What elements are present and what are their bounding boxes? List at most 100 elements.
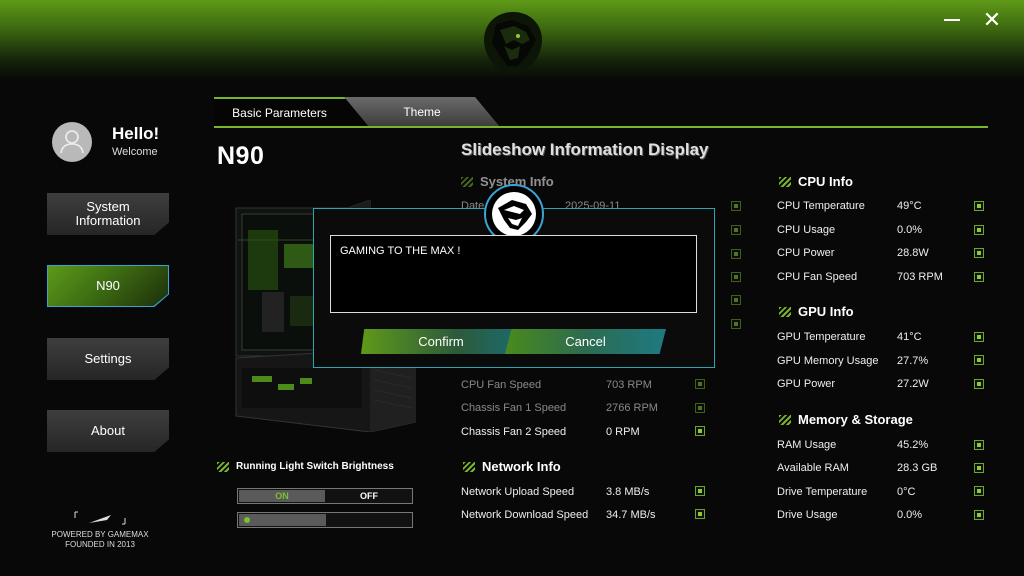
tab-theme[interactable]: Theme xyxy=(344,97,500,127)
checkbox[interactable] xyxy=(974,379,984,389)
cpu-value: 703 RPM xyxy=(897,271,943,283)
app-window: ✕ Hello! Welcome System Information N90 … xyxy=(0,0,1024,576)
cpu-label: CPU Power xyxy=(777,247,835,259)
gamemax-small-logo xyxy=(74,511,126,525)
network-value: 3.8 MB/s xyxy=(606,486,650,498)
checkbox[interactable] xyxy=(974,440,984,450)
section-title: Network Info xyxy=(482,459,561,474)
stripe-icon xyxy=(779,414,791,425)
sidebar-item-about[interactable]: About xyxy=(47,410,169,452)
sidebar-item-n90[interactable]: N90 xyxy=(47,265,169,307)
checkbox[interactable] xyxy=(974,463,984,473)
memory-value: 0.0% xyxy=(897,509,923,521)
checkbox[interactable] xyxy=(974,201,984,211)
running-light-toggle[interactable]: ON OFF xyxy=(237,488,413,504)
memory-value: 45.2% xyxy=(897,439,929,451)
stripe-icon xyxy=(779,176,791,187)
gpu-label: GPU Power xyxy=(777,378,836,390)
fan-label: Chassis Fan 2 Speed xyxy=(461,426,567,438)
sidebar-item-system-information[interactable]: System Information xyxy=(47,193,169,235)
checkbox[interactable] xyxy=(974,225,984,235)
checkbox[interactable] xyxy=(695,486,705,496)
fan-value: 2766 RPM xyxy=(606,402,658,414)
cpu-value: 49°C xyxy=(897,200,922,212)
dialog-text-input[interactable]: GAMING TO THE MAX ! xyxy=(330,235,697,313)
stripe-icon xyxy=(779,306,791,317)
powered-line: POWERED BY GAMEMAX xyxy=(51,530,149,539)
cpu-value: 28.8W xyxy=(897,247,929,259)
stripe-icon xyxy=(217,461,229,472)
checkbox[interactable] xyxy=(731,319,741,329)
memory-label: Available RAM xyxy=(777,462,849,474)
page-title: N90 xyxy=(217,142,265,170)
founded-line: FOUNDED IN 2013 xyxy=(65,540,135,549)
checkbox[interactable] xyxy=(695,426,705,436)
cpu-info-heading: CPU Info xyxy=(779,174,853,189)
gpu-value: 27.2W xyxy=(897,378,929,390)
section-title: GPU Info xyxy=(798,304,854,319)
toggle-on[interactable]: ON xyxy=(239,490,325,502)
slider-fill xyxy=(239,514,326,526)
stripe-icon xyxy=(463,461,475,472)
network-label: Network Upload Speed xyxy=(461,486,575,498)
brightness-slider[interactable] xyxy=(237,512,413,528)
avatar xyxy=(52,122,92,162)
checkbox[interactable] xyxy=(974,355,984,365)
minimize-button[interactable] xyxy=(940,8,964,32)
checkbox[interactable] xyxy=(974,510,984,520)
sidebar-item-label: N90 xyxy=(48,266,168,306)
close-button[interactable]: ✕ xyxy=(980,8,1004,32)
memory-storage-heading: Memory & Storage xyxy=(779,412,913,427)
slideshow-title: Slideshow Information Display xyxy=(461,140,709,159)
checkbox[interactable] xyxy=(695,403,705,413)
cpu-label: CPU Fan Speed xyxy=(777,271,858,283)
powered-by: POWERED BY GAMEMAX FOUNDED IN 2013 xyxy=(40,530,160,550)
network-value: 34.7 MB/s xyxy=(606,509,656,521)
checkbox[interactable] xyxy=(731,249,741,259)
memory-label: Drive Usage xyxy=(777,509,838,521)
welcome-text: Welcome xyxy=(112,146,158,158)
gpu-value: 41°C xyxy=(897,331,922,343)
running-light-heading: Running Light Switch Brightness xyxy=(217,461,394,472)
fan-value: 0 RPM xyxy=(606,426,640,438)
gpu-value: 27.7% xyxy=(897,355,929,367)
toggle-off[interactable]: OFF xyxy=(326,489,412,503)
confirm-button[interactable]: Confirm xyxy=(361,329,521,354)
section-title: CPU Info xyxy=(798,174,853,189)
gpu-info-heading: GPU Info xyxy=(779,304,854,319)
memory-label: RAM Usage xyxy=(777,439,837,451)
section-title: Memory & Storage xyxy=(798,412,913,427)
checkbox[interactable] xyxy=(731,272,741,282)
gpu-label: GPU Memory Usage xyxy=(777,355,879,367)
title-bar: ✕ xyxy=(0,0,1024,80)
tab-basic-parameters[interactable]: Basic Parameters xyxy=(214,97,369,127)
memory-value: 0°C xyxy=(897,486,916,498)
cpu-value: 0.0% xyxy=(897,224,923,236)
slider-knob[interactable] xyxy=(244,517,250,523)
gamemax-logo xyxy=(484,12,542,74)
checkbox[interactable] xyxy=(731,295,741,305)
cancel-button[interactable]: Cancel xyxy=(505,329,666,354)
cpu-label: CPU Temperature xyxy=(777,200,865,212)
memory-label: Drive Temperature xyxy=(777,486,868,498)
section-title: Running Light Switch Brightness xyxy=(236,461,394,472)
cpu-label: CPU Usage xyxy=(777,224,836,236)
network-info-heading: Network Info xyxy=(463,459,561,474)
checkbox[interactable] xyxy=(974,248,984,258)
sidebar-item-settings[interactable]: Settings xyxy=(47,338,169,380)
tab-underline xyxy=(214,126,988,128)
checkbox[interactable] xyxy=(731,225,741,235)
user-icon xyxy=(60,130,84,154)
greeting: Hello! xyxy=(112,124,160,143)
checkbox[interactable] xyxy=(695,509,705,519)
stripe-icon xyxy=(461,176,473,187)
checkbox[interactable] xyxy=(974,332,984,342)
checkbox[interactable] xyxy=(974,272,984,282)
checkbox[interactable] xyxy=(731,201,741,211)
fan-value: 703 RPM xyxy=(606,379,652,391)
checkbox[interactable] xyxy=(695,379,705,389)
checkbox[interactable] xyxy=(974,486,984,496)
fan-label: Chassis Fan 1 Speed xyxy=(461,402,567,414)
fan-label: CPU Fan Speed xyxy=(461,379,542,391)
minimize-icon xyxy=(944,19,960,21)
